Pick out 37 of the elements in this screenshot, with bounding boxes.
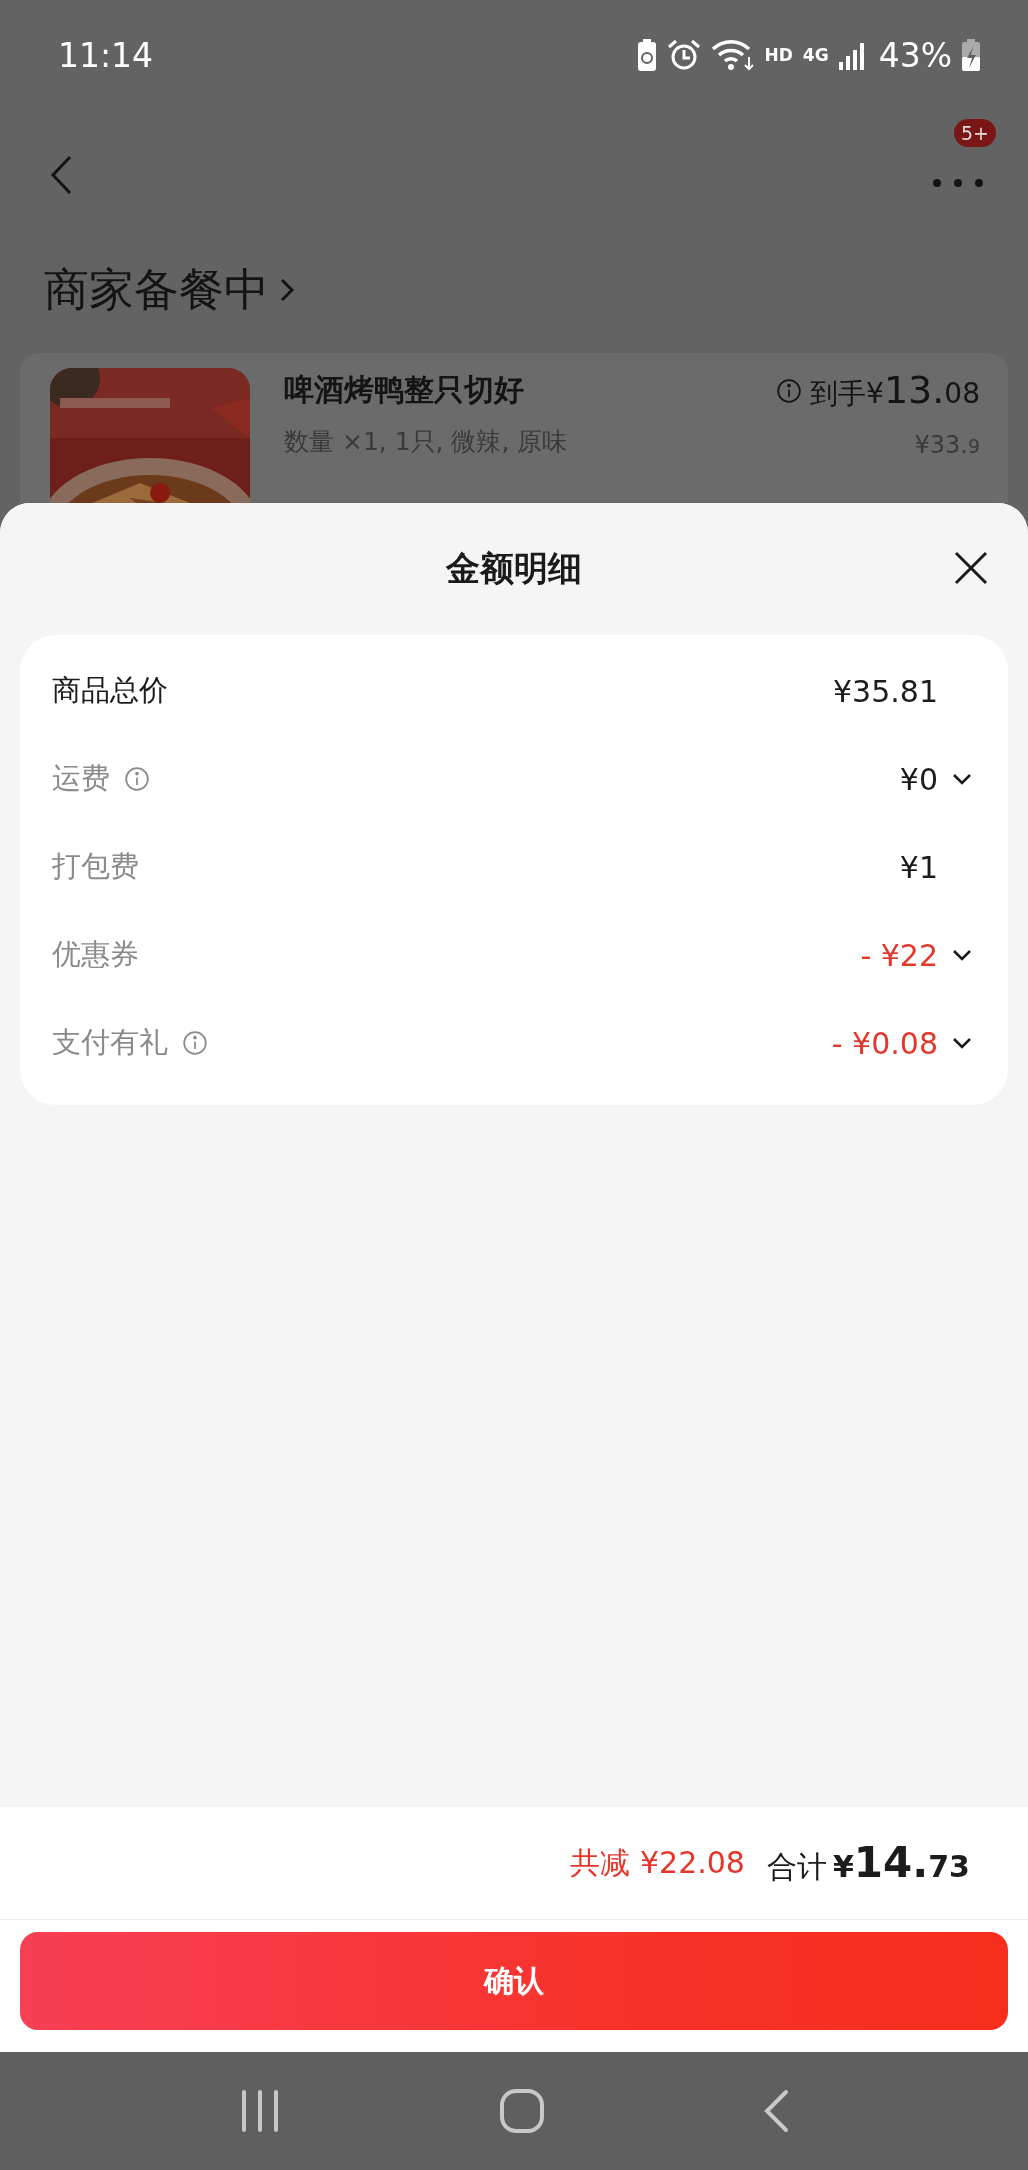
- fee-amount: ¥35.81: [833, 673, 938, 709]
- close-icon[interactable]: [954, 551, 988, 585]
- product-name: 啤酒烤鸭整只切好: [284, 371, 525, 409]
- order-status-title[interactable]: 商家备餐中: [44, 260, 269, 320]
- fee-amount: ¥0: [899, 761, 938, 797]
- back-icon[interactable]: [50, 155, 72, 195]
- info-icon[interactable]: [776, 377, 803, 404]
- battery-percent: 43%: [878, 35, 952, 75]
- chevron-down-icon[interactable]: [952, 773, 972, 785]
- battery-saver-icon: [636, 39, 657, 71]
- final-price: 到手¥13.08: [810, 368, 980, 413]
- alarm-icon: [666, 39, 701, 71]
- fee-label: 优惠券: [52, 936, 139, 973]
- network-type: 4G: [802, 45, 829, 65]
- chevron-down-icon[interactable]: [952, 1037, 972, 1049]
- battery-charging-icon: [962, 39, 980, 71]
- fee-label: 支付有礼: [52, 1024, 168, 1061]
- total-label: 合计: [766, 1848, 827, 1886]
- fee-amount: - ¥0.08: [831, 1025, 938, 1061]
- home-icon[interactable]: [499, 2088, 545, 2134]
- fee-amount: ¥1: [899, 849, 938, 885]
- total-amount: ¥14.73: [832, 1838, 970, 1887]
- chevron-down-icon[interactable]: [952, 949, 972, 961]
- fee-amount: - ¥22: [860, 937, 938, 973]
- sheet-title: 金额明细: [446, 547, 582, 590]
- notification-badge: 5+: [954, 119, 996, 147]
- fee-label: 运费: [52, 760, 110, 797]
- wifi-label: HD: [764, 45, 793, 65]
- fee-label: 商品总价: [52, 672, 168, 709]
- chevron-right-icon[interactable]: [279, 276, 295, 304]
- info-icon[interactable]: [124, 766, 150, 792]
- confirm-button[interactable]: 确认: [20, 1932, 1008, 2030]
- wifi-icon: [710, 39, 755, 71]
- clock-time: 11:14: [58, 35, 155, 75]
- fee-label: 打包费: [52, 848, 139, 885]
- total-savings: 共减 ¥22.08: [570, 1843, 745, 1882]
- info-icon[interactable]: [182, 1030, 208, 1056]
